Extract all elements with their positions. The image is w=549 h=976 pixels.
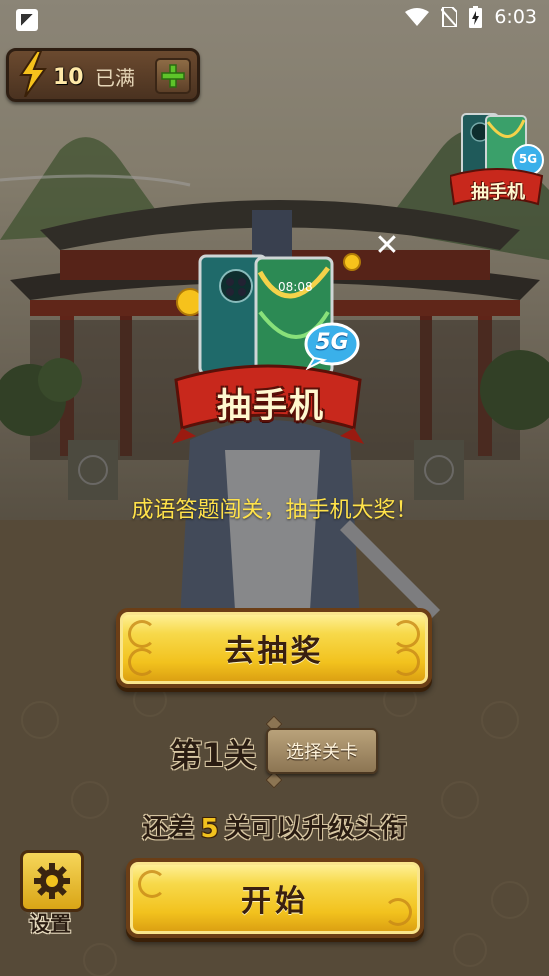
upgrade-count: 5 (200, 814, 219, 844)
plus-icon (161, 64, 185, 88)
settings-button[interactable]: 设置 (20, 850, 84, 936)
small-promo-label: 抽手机 (471, 182, 525, 203)
app-notification-icon (16, 9, 38, 31)
current-level: 第1关 (170, 736, 257, 774)
energy-count: 10 (53, 65, 84, 90)
wifi-icon (405, 8, 430, 26)
lightning-bolt-icon (19, 51, 47, 97)
start-button[interactable]: 开始 (126, 858, 424, 938)
settings-icon-box (20, 850, 84, 912)
select-level-button[interactable]: 选择关卡 (266, 728, 378, 774)
battery-charging-icon (469, 6, 483, 28)
draw-prize-label: 去抽奖 (224, 634, 324, 669)
start-label: 开始 (241, 884, 309, 919)
small-promo-badge: 5G (518, 152, 538, 166)
gear-icon (34, 863, 70, 899)
select-level-label: 选择关卡 (286, 742, 358, 763)
close-icon: ✕ (374, 228, 400, 263)
settings-label: 设置 (29, 912, 71, 936)
promo-tagline: 成语答题闯关，抽手机大奖！ (131, 498, 418, 523)
upgrade-suffix: 关可以升级头衔 (224, 814, 407, 844)
upgrade-prefix: 还差 (142, 814, 195, 844)
close-button[interactable]: ✕ (374, 231, 400, 261)
status-time: 6:03 (494, 6, 537, 28)
no-sim-icon (441, 7, 458, 27)
5g-badge: 5G (304, 322, 360, 371)
energy-bar: 10 已满 (6, 48, 200, 102)
promo-banner-label: 抽手机 (217, 386, 325, 426)
phone-screen-time: 08:08 (278, 280, 313, 294)
draw-prize-button[interactable]: 去抽奖 (116, 608, 432, 688)
5g-badge-label: 5G (315, 330, 349, 355)
upgrade-hint: 还差 5 关可以升级头衔 (0, 808, 549, 845)
status-bar: 6:03 (0, 0, 549, 40)
energy-status: 已满 (95, 66, 135, 90)
draw-phone-shortcut[interactable]: 5G 抽手机 (448, 112, 546, 212)
add-energy-button[interactable] (155, 58, 191, 94)
